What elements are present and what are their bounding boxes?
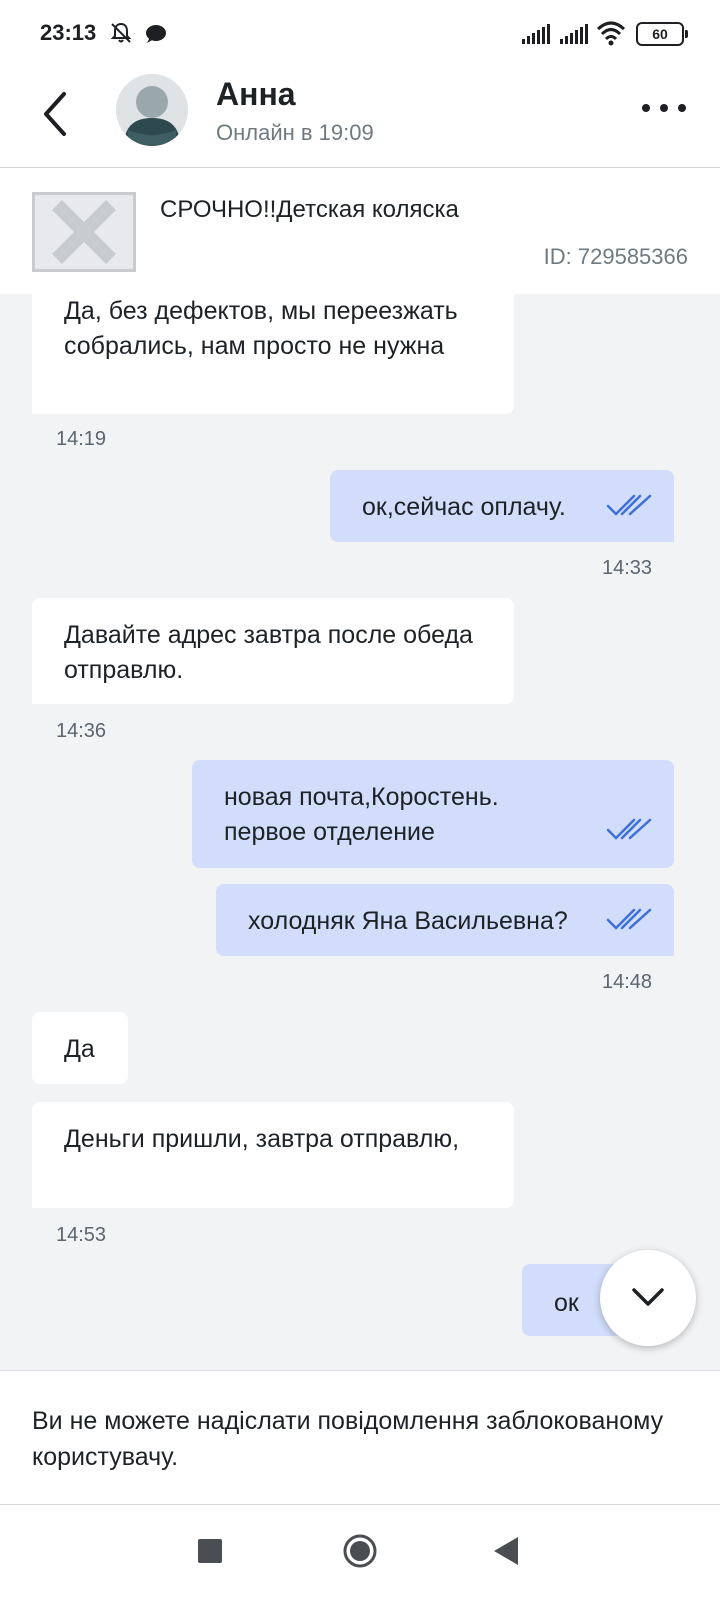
message-text: Деньги пришли, завтра отправлю, <box>64 1125 460 1153</box>
system-navigation-bar <box>0 1504 720 1600</box>
signal-icon <box>560 24 588 44</box>
status-bar: 23:13 60 <box>0 0 720 64</box>
status-time: 23:13 <box>40 20 97 45</box>
contact-name: Анна <box>216 76 296 112</box>
more-dots-icon[interactable] <box>640 100 688 116</box>
message-text: холодняк Яна Васильевна? <box>248 907 568 935</box>
nav-home-icon[interactable] <box>342 1533 378 1569</box>
message-time: 14:36 <box>56 720 107 742</box>
back-arrow-icon[interactable] <box>36 86 76 142</box>
message-text: Да <box>64 1035 95 1063</box>
battery-icon: 60 <box>636 22 688 46</box>
avatar[interactable] <box>116 74 188 146</box>
message-bubble-incoming[interactable]: Да <box>32 1012 128 1084</box>
nav-back-icon[interactable] <box>492 1535 520 1567</box>
chat-bubble-icon <box>146 25 166 43</box>
message-text: новая почта,Коростень. первое отделение <box>224 783 499 846</box>
wifi-icon <box>596 21 626 46</box>
message-bubble-incoming[interactable]: Да, без дефектов, мы переезжать собралис… <box>32 294 514 414</box>
image-placeholder-icon <box>52 200 116 264</box>
chat-header: Анна Онлайн в 19:09 <box>0 64 720 168</box>
message-time: 14:19 <box>56 428 107 450</box>
message-list[interactable]: Да, без дефектов, мы переезжать собралис… <box>0 294 720 1370</box>
signal-icon <box>522 24 550 44</box>
listing-title: СРОЧНО!!Детская коляска <box>160 196 459 223</box>
message-time: 14:48 <box>602 971 653 993</box>
listing-thumbnail <box>32 192 136 272</box>
message-time: 14:33 <box>602 557 653 579</box>
double-check-icon <box>606 818 652 840</box>
listing-card[interactable]: СРОЧНО!!Детская коляска ID: 729585366 <box>0 168 720 294</box>
chevron-down-icon <box>632 1288 664 1306</box>
message-bubble-outgoing[interactable]: новая почта,Коростень. первое отделение <box>192 760 674 868</box>
nav-recents-icon[interactable] <box>198 1539 222 1563</box>
muted-bell-icon <box>110 22 132 43</box>
double-check-icon <box>606 494 652 516</box>
message-text: ок,сейчас оплачу. <box>362 493 566 521</box>
message-text: Давайте адрес завтра после обеда отправл… <box>64 621 473 684</box>
message-bubble-outgoing[interactable]: холодняк Яна Васильевна? <box>216 884 674 956</box>
message-text: Да, без дефектов, мы переезжать собралис… <box>64 297 458 360</box>
message-bubble-incoming[interactable]: Давайте адрес завтра после обеда отправл… <box>32 598 514 704</box>
message-bubble-incoming[interactable]: Деньги пришли, завтра отправлю, <box>32 1102 514 1208</box>
message-bubble-outgoing[interactable]: ок,сейчас оплачу. <box>330 470 674 542</box>
contact-status: Онлайн в 19:09 <box>216 120 374 145</box>
scroll-to-bottom-button[interactable] <box>600 1250 696 1346</box>
listing-id: ID: 729585366 <box>543 244 688 269</box>
avatar-placeholder-icon <box>116 74 188 146</box>
blocked-notice: Ви не можете надіслати повідомлення забл… <box>0 1370 720 1504</box>
double-check-icon <box>606 908 652 930</box>
message-time: 14:53 <box>56 1224 107 1246</box>
